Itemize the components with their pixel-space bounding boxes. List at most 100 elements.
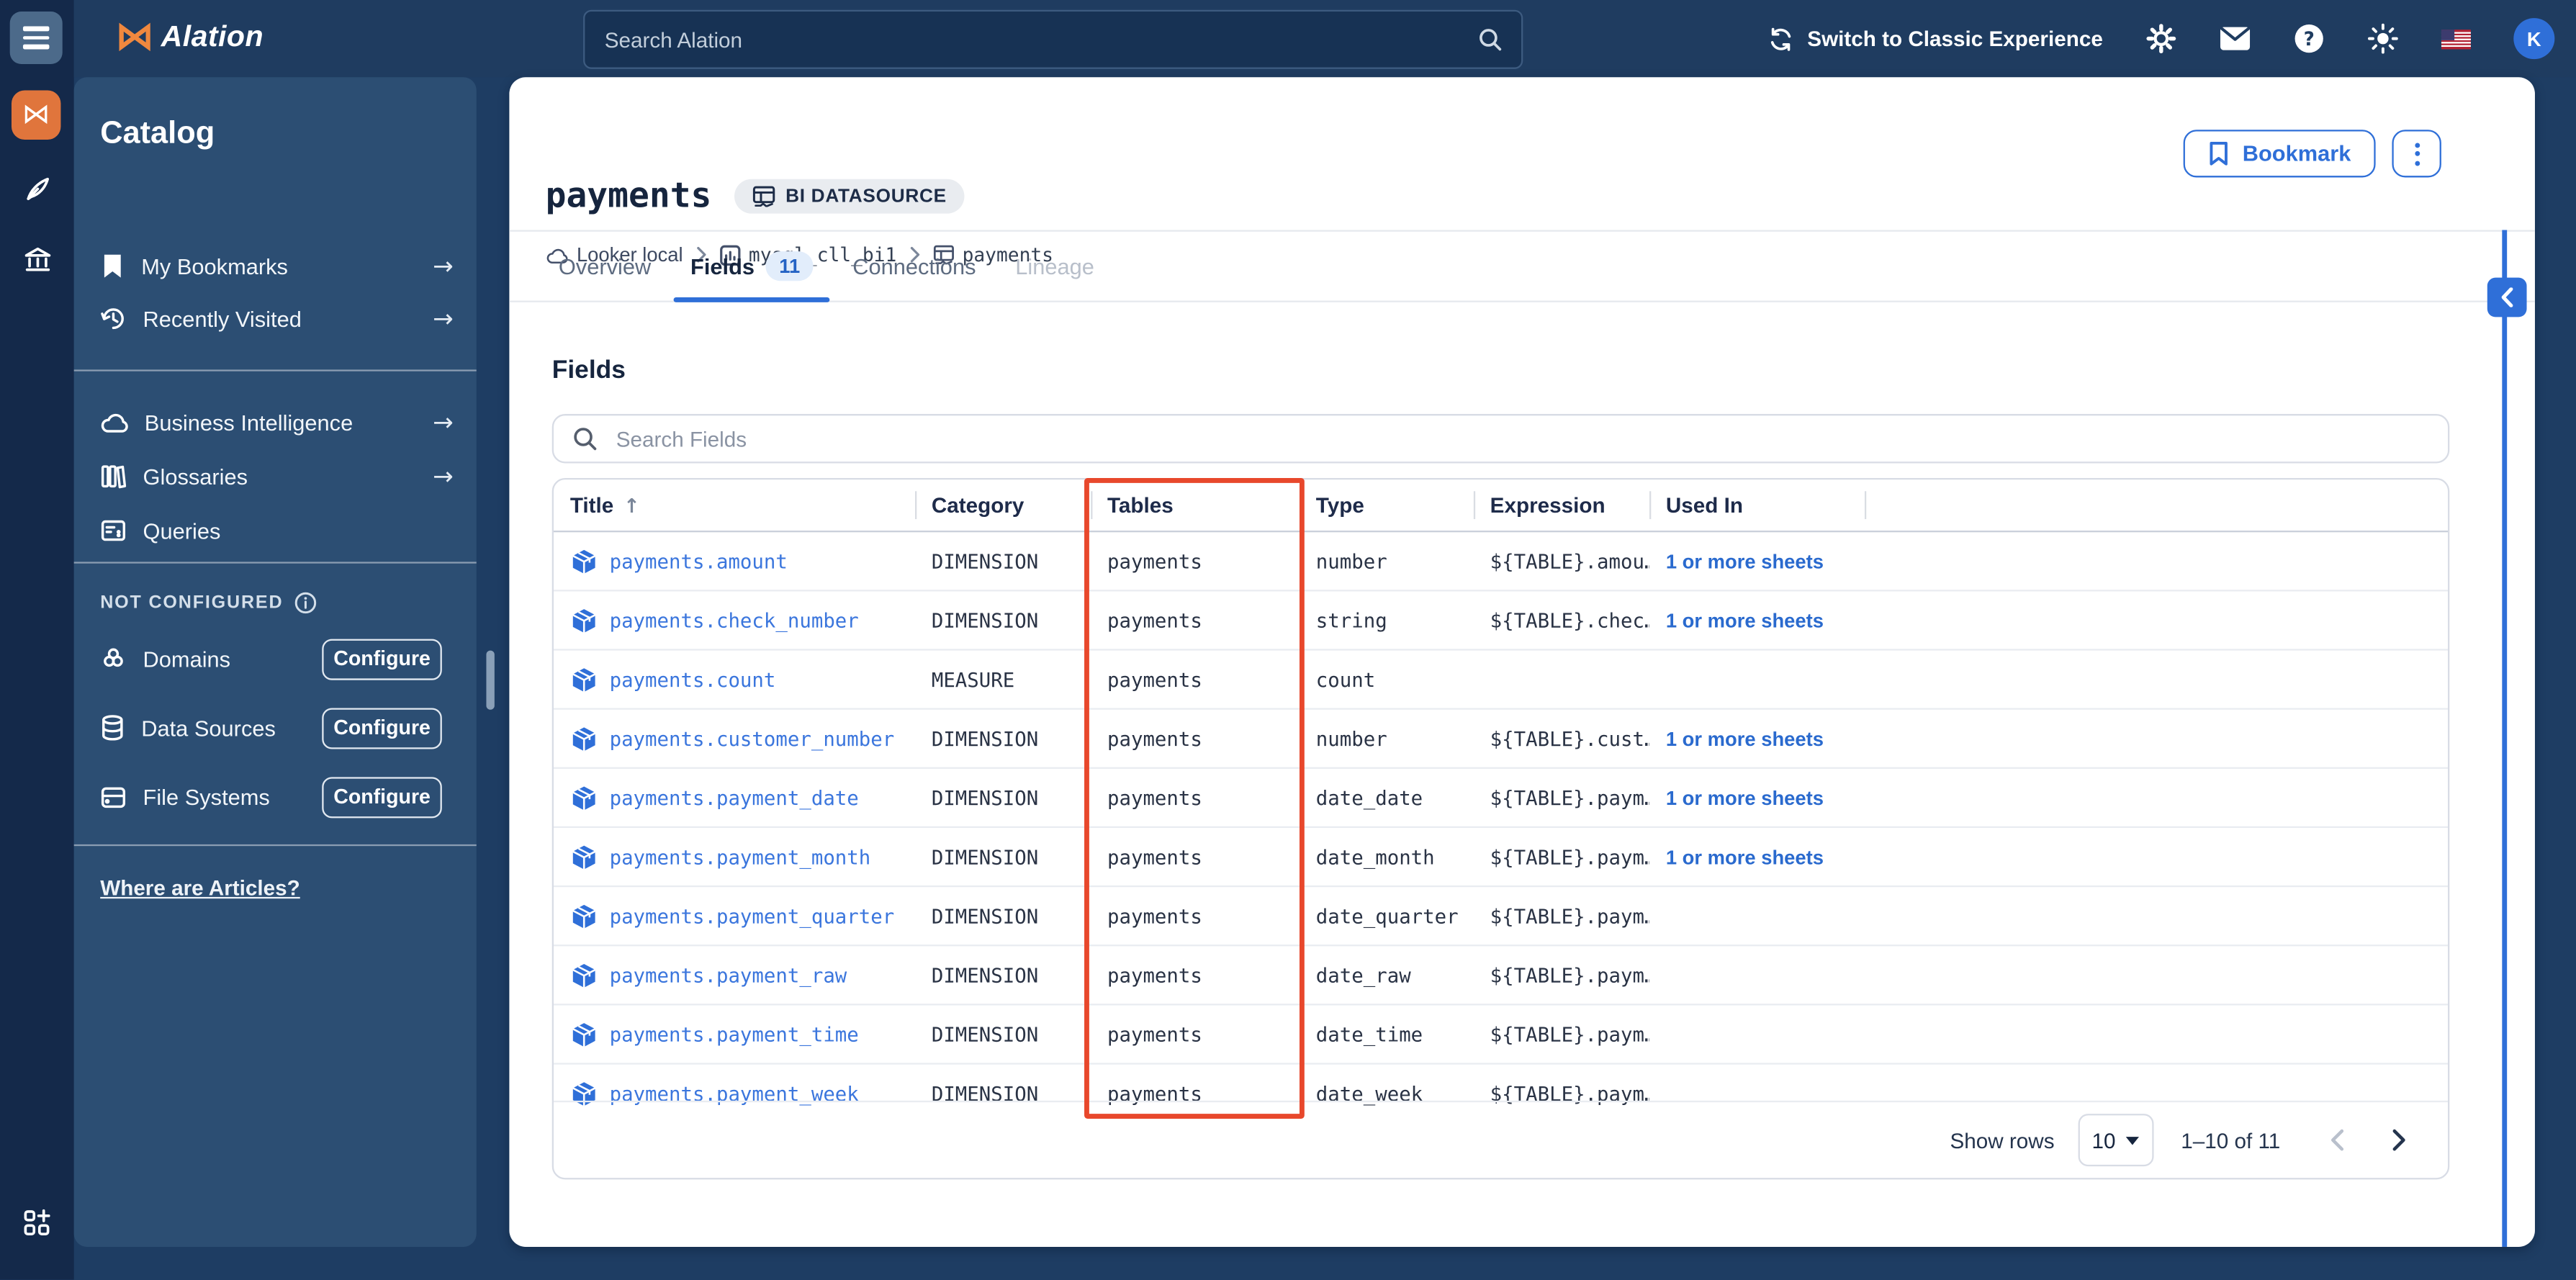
cell-type: date_raw <box>1315 963 1411 987</box>
collapse-panel-button[interactable] <box>2487 277 2527 317</box>
svg-text:?: ? <box>2304 29 2315 50</box>
cell-expression: ${TABLE}.cust… <box>1490 726 1650 750</box>
help-icon: ? <box>2294 24 2323 53</box>
column-header-category[interactable]: Category <box>915 479 1091 531</box>
sidebar-item-queries[interactable]: Queries <box>100 514 454 547</box>
theme-button[interactable] <box>2367 23 2398 54</box>
field-title-link[interactable]: payments.customer_number <box>610 727 895 750</box>
search-icon[interactable] <box>1477 27 1503 53</box>
used-in-link[interactable]: 1 or more sheets <box>1649 608 1865 631</box>
cell-type: date_quarter <box>1315 904 1459 928</box>
cell-expression: ${TABLE}.paym… <box>1490 963 1650 987</box>
alation-logo[interactable]: ⋈ Alation <box>115 17 264 56</box>
page-size-select[interactable]: 10 <box>2077 1114 2153 1167</box>
settings-button[interactable] <box>2145 23 2176 54</box>
sidebar-item-file-systems: File Systems Configure <box>100 774 442 820</box>
field-title-link[interactable]: payments.payment_date <box>610 786 859 809</box>
language-button[interactable] <box>2441 28 2471 49</box>
cell-type: number <box>1315 726 1387 750</box>
catalog-sidebar: Catalog My Bookmarks → Recently Visited … <box>73 77 477 1247</box>
bookmark-button[interactable]: Bookmark <box>2183 130 2376 178</box>
next-page-button[interactable] <box>2379 1120 2418 1160</box>
column-header-label: Title <box>569 492 614 518</box>
used-in-link[interactable]: 1 or more sheets <box>1649 845 1865 868</box>
column-header-expression[interactable]: Expression <box>1473 479 1649 531</box>
where-are-articles-link[interactable]: Where are Articles? <box>100 875 300 900</box>
rail-item-compose[interactable] <box>0 174 74 204</box>
field-title-link[interactable]: payments.payment_raw <box>610 963 847 986</box>
global-search[interactable] <box>583 9 1523 69</box>
field-title-link[interactable]: payments.count <box>610 668 776 691</box>
column-header-type[interactable]: Type <box>1299 479 1474 531</box>
column-header-tables[interactable]: Tables <box>1091 479 1300 531</box>
refresh-icon <box>1771 27 1791 50</box>
sidebar-title: Catalog <box>100 117 215 151</box>
sun-icon <box>2368 23 2398 54</box>
cell-tables: payments <box>1107 608 1202 632</box>
field-title-link[interactable]: payments.amount <box>610 549 788 572</box>
used-in-link[interactable]: 1 or more sheets <box>1649 727 1865 750</box>
switch-to-classic-button[interactable]: Switch to Classic Experience <box>1768 25 2103 52</box>
column-header-used-in[interactable]: Used In <box>1649 479 1865 531</box>
tab-overview[interactable]: Overview <box>539 232 670 301</box>
field-title-link[interactable]: payments.check_number <box>610 608 859 631</box>
help-button[interactable]: ? <box>2294 23 2325 54</box>
column-header-title[interactable]: Title ↑ <box>554 479 915 531</box>
sidebar-item-business-intelligence[interactable]: Business Intelligence → <box>100 406 454 439</box>
fields-search-input[interactable] <box>613 424 2449 453</box>
tab-label: Overview <box>558 253 652 279</box>
table-row[interactable]: payments.count MEASURE payments count <box>553 649 2449 708</box>
field-cube-icon <box>572 726 596 751</box>
sidebar-item-label: My Bookmarks <box>141 253 288 279</box>
used-in-link[interactable]: 1 or more sheets <box>1649 786 1865 809</box>
cell-expression: ${TABLE}.paym… <box>1490 904 1650 928</box>
hamburger-menu-button[interactable] <box>9 11 63 64</box>
tab-label: Fields <box>690 253 755 279</box>
history-icon <box>101 308 124 330</box>
right-panel-divider <box>2502 230 2507 1247</box>
field-title-link[interactable]: payments.payment_time <box>610 1022 859 1045</box>
cell-type: string <box>1315 608 1387 632</box>
rail-item-catalog-active[interactable]: ⋈ <box>11 90 61 140</box>
configure-file-systems-button[interactable]: Configure <box>322 776 442 818</box>
table-row[interactable]: payments.amount DIMENSION payments numbe… <box>554 532 2448 590</box>
rail-item-apps[interactable] <box>0 1207 74 1238</box>
sidebar-item-my-bookmarks[interactable]: My Bookmarks → <box>100 250 454 283</box>
field-title-link[interactable]: payments.payment_month <box>610 845 871 868</box>
configure-domains-button[interactable]: Configure <box>322 638 442 680</box>
table-header-row: Title ↑ Category Tables Type Expression … <box>553 479 2449 533</box>
more-actions-button[interactable] <box>2392 130 2441 178</box>
table-row[interactable]: payments.payment_time DIMENSION payments… <box>553 1004 2449 1063</box>
table-row[interactable]: payments.payment_date DIMENSION payments… <box>553 767 2449 826</box>
tab-fields[interactable]: Fields 11 <box>671 232 833 302</box>
tab-connections[interactable]: Connections <box>833 232 996 301</box>
table-row[interactable]: payments.payment_raw DIMENSION payments … <box>553 945 2449 1004</box>
pagination-range: 1–10 of 11 <box>2181 1127 2281 1153</box>
inbox-button[interactable] <box>2220 27 2251 51</box>
table-row[interactable]: payments.payment_month DIMENSION payment… <box>553 826 2449 885</box>
sidebar-item-label: Data Sources <box>141 715 276 740</box>
table-row[interactable]: payments.check_number DIMENSION payments… <box>553 590 2449 649</box>
rail-item-governance[interactable] <box>0 245 74 274</box>
sidebar-item-recently-visited[interactable]: Recently Visited → <box>100 302 454 335</box>
sidebar-item-glossaries[interactable]: Glossaries → <box>100 460 454 493</box>
fields-search[interactable] <box>551 414 2450 464</box>
column-header-label: Used In <box>1665 492 1744 518</box>
table-row[interactable]: payments.customer_number DIMENSION payme… <box>553 708 2449 767</box>
fields-table: Title ↑ Category Tables Type Expression … <box>551 478 2450 1180</box>
user-avatar[interactable]: K <box>2513 18 2555 60</box>
arrow-right-icon: → <box>433 251 454 281</box>
domains-icon <box>104 648 123 667</box>
table-row[interactable]: payments.payment_quarter DIMENSION payme… <box>553 885 2449 945</box>
configure-data-sources-button[interactable]: Configure <box>322 707 442 749</box>
sidebar-scrollbar-thumb[interactable] <box>486 650 495 710</box>
field-title-link[interactable]: payments.payment_quarter <box>610 904 895 927</box>
previous-page-button[interactable] <box>2316 1120 2356 1160</box>
cloud-icon <box>101 413 128 433</box>
cell-expression: ${TABLE}.paym… <box>1490 845 1650 868</box>
sidebar-item-label: Recently Visited <box>143 306 302 331</box>
arrow-right-icon: → <box>433 407 454 437</box>
global-search-input[interactable] <box>585 27 1477 52</box>
cell-type: count <box>1315 667 1376 691</box>
used-in-link[interactable]: 1 or more sheets <box>1649 549 1865 572</box>
